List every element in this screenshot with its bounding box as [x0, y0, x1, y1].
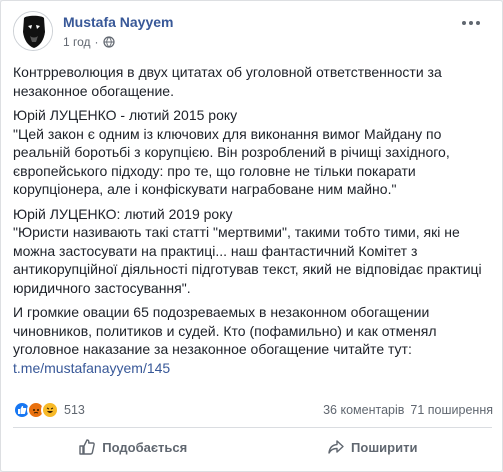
- post-paragraph-2: Юрій ЛУЦЕНКО - лютий 2015 року "Цей зако…: [13, 107, 450, 197]
- share-arrow-icon: [328, 440, 344, 454]
- author-name[interactable]: Mustafa Nayyem: [63, 14, 174, 30]
- shares-count[interactable]: 71 поширення: [410, 403, 493, 417]
- globe-icon: [102, 36, 115, 48]
- reaction-icons[interactable]: [13, 401, 59, 419]
- post-stats: 513 36 коментарів 71 поширення: [13, 398, 493, 422]
- post-meta: 1 год ·: [63, 35, 115, 49]
- stats-right: 36 коментарів 71 поширення: [323, 403, 493, 417]
- dot-icon: [462, 21, 466, 25]
- dot-icon: [469, 21, 473, 25]
- dot-separator: ·: [94, 35, 99, 49]
- post-header: Mustafa Nayyem 1 год ·: [13, 11, 483, 59]
- comments-count[interactable]: 36 коментарів: [323, 403, 404, 417]
- post-time[interactable]: 1 год: [63, 35, 91, 49]
- post-body: Контрреволюция в двух цитатах об уголовн…: [13, 63, 487, 383]
- post-paragraph-4: И громкие овации 65 подозреваемых в неза…: [13, 303, 487, 377]
- post-card: Mustafa Nayyem 1 год · Контрреволюция в …: [0, 0, 503, 472]
- haha-reaction-icon: [41, 401, 59, 419]
- like-label: Подобається: [102, 439, 188, 455]
- avatar-portrait-icon: [14, 12, 52, 50]
- post-paragraph-3: Юрій ЛУЦЕНКО: лютий 2019 року "Юристи на…: [13, 205, 482, 296]
- share-button[interactable]: Поширити: [253, 429, 493, 465]
- thumbs-up-icon: [79, 439, 96, 455]
- post-final-text: И громкие овации 65 подозреваемых в неза…: [13, 304, 437, 357]
- more-options-button[interactable]: [459, 15, 483, 31]
- post-paragraph-1: Контрреволюция в двух цитатах об уголовн…: [13, 64, 442, 99]
- post-link[interactable]: t.me/mustafanayyem/145: [13, 360, 170, 376]
- divider: [13, 427, 492, 428]
- share-label: Поширити: [351, 439, 418, 455]
- dot-icon: [476, 21, 480, 25]
- reaction-count[interactable]: 513: [64, 403, 85, 417]
- like-button[interactable]: Подобається: [13, 429, 253, 465]
- post-actions: Подобається Поширити: [13, 429, 492, 465]
- avatar[interactable]: [13, 11, 53, 51]
